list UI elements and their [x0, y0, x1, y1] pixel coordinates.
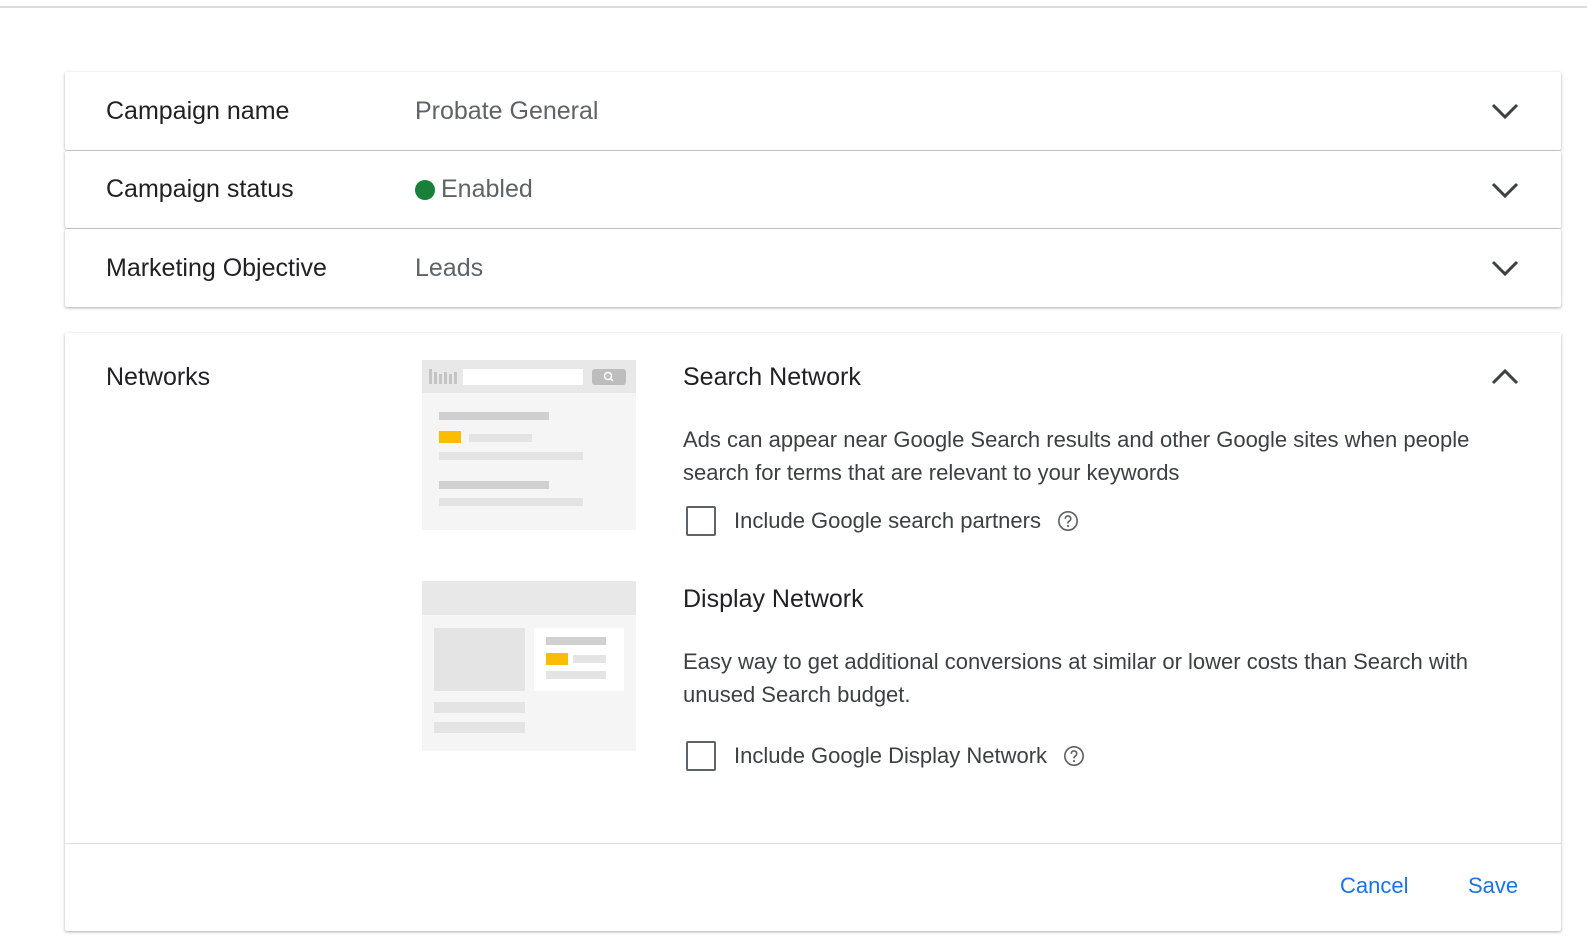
marketing-objective-row[interactable]: Marketing Objective Leads — [65, 229, 1561, 307]
campaign-status-row[interactable]: Campaign status Enabled — [65, 151, 1561, 228]
search-network-title: Search Network — [683, 363, 861, 391]
chevron-up-icon[interactable] — [1489, 361, 1521, 393]
campaign-status-text: Enabled — [441, 175, 533, 203]
display-network-description: Easy way to get additional conversions a… — [683, 649, 1469, 707]
campaign-name-row[interactable]: Campaign name Probate General — [65, 72, 1561, 150]
search-partners-option: Include Google search partners — [686, 506, 1079, 536]
campaign-name-label: Campaign name — [106, 96, 290, 125]
chevron-down-icon[interactable] — [1489, 95, 1521, 127]
networks-label: Networks — [106, 363, 211, 391]
campaign-status-value: Enabled — [415, 175, 533, 204]
marketing-objective-value: Leads — [415, 253, 484, 282]
cancel-button[interactable]: Cancel — [1340, 873, 1408, 899]
status-dot-icon — [415, 179, 435, 200]
display-network-illustration — [422, 581, 636, 751]
search-partners-label: Include Google search partners — [734, 508, 1041, 533]
save-button[interactable]: Save — [1468, 873, 1518, 899]
display-network-label: Include Google Display Network — [734, 743, 1048, 768]
campaign-status-label: Campaign status — [106, 175, 294, 203]
display-network-option: Include Google Display Network — [686, 741, 1085, 771]
networks-panel: Networks Search Network Ads can appear n… — [65, 333, 1561, 931]
help-icon[interactable] — [1063, 745, 1085, 767]
campaign-name-value: Probate General — [415, 96, 599, 125]
chevron-down-icon[interactable] — [1489, 174, 1521, 206]
search-network-illustration — [422, 360, 636, 530]
search-partners-checkbox[interactable] — [686, 506, 716, 536]
chevron-down-icon[interactable] — [1489, 252, 1521, 284]
search-network-description: Ads can appear near Google Search result… — [683, 427, 1470, 485]
top-divider — [0, 6, 1587, 8]
marketing-objective-label: Marketing Objective — [106, 253, 327, 282]
display-network-checkbox[interactable] — [686, 741, 716, 771]
footer-divider — [65, 843, 1561, 844]
help-icon[interactable] — [1057, 510, 1079, 532]
display-network-title: Display Network — [683, 585, 864, 613]
